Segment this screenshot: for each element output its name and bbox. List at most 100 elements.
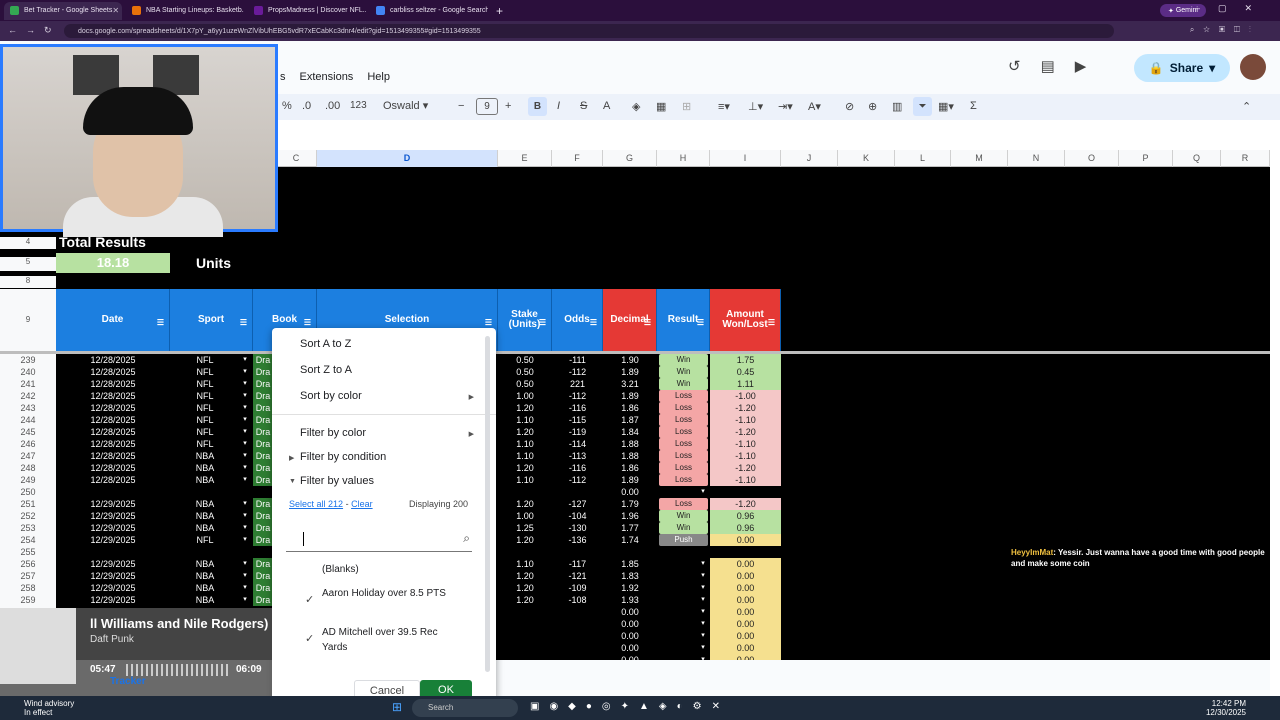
decimal-cell[interactable]: 1.90 [603, 354, 657, 366]
odds-cell[interactable]: -113 [552, 450, 603, 462]
stake-cell[interactable]: 1.10 [498, 414, 552, 426]
decimal-cell[interactable]: 1.74 [603, 534, 657, 546]
amount-cell[interactable]: -1.20 [710, 426, 781, 438]
date-cell[interactable]: 12/28/2025 [56, 354, 170, 366]
dropdown-chevron-icon[interactable]: ▾ [240, 354, 250, 366]
table-row[interactable]: 243 12/28/2025 NFL Dra 1.20 -116 1.86 ▾ Loss -1.2… [0, 402, 1270, 414]
odds-cell[interactable]: -112 [552, 366, 603, 378]
font-select[interactable]: Oswald ▾ [383, 99, 428, 112]
book-cell[interactable]: Dra [253, 390, 273, 402]
decimal-cell[interactable]: 1.79 [603, 498, 657, 510]
decimal-cell[interactable]: 0.00 [603, 606, 657, 618]
date-cell[interactable]: 12/28/2025 [56, 426, 170, 438]
url-field[interactable]: docs.google.com/spreadsheets/d/1X7pY_a6y… [64, 24, 1114, 38]
dropdown-chevron-icon[interactable]: ▾ [698, 630, 708, 642]
decimal-cell[interactable]: 1.88 [603, 450, 657, 462]
stake-cell[interactable]: 1.10 [498, 558, 552, 570]
odds-cell[interactable]: -115 [552, 414, 603, 426]
column-header-f[interactable]: F [552, 150, 603, 167]
odds-cell[interactable]: 221 [552, 378, 603, 390]
window-controls[interactable]: –▢✕ [1195, 3, 1270, 14]
date-cell[interactable]: 12/29/2025 [56, 558, 170, 570]
result-chip[interactable]: Win [659, 354, 708, 366]
odds-cell[interactable]: -119 [552, 426, 603, 438]
table-row[interactable]: 242 12/28/2025 NFL Dra 1.00 -112 1.89 ▾ Loss -1.0… [0, 390, 1270, 402]
new-tab-button[interactable]: + [496, 4, 503, 18]
stake-cell[interactable] [498, 546, 552, 558]
column-header-n[interactable]: N [1008, 150, 1065, 167]
book-cell[interactable]: Dra [253, 462, 273, 474]
odds-cell[interactable] [552, 618, 603, 630]
result-chip[interactable]: Loss [659, 462, 708, 474]
dropdown-chevron-icon[interactable]: ▾ [240, 510, 250, 522]
table-row[interactable]: 240 12/28/2025 NFL Dra 0.50 -112 1.89 ▾ Win 0.45 [0, 366, 1270, 378]
amount-cell[interactable]: 1.11 [710, 378, 781, 390]
values-search-input[interactable]: ⌕ [286, 528, 472, 552]
column-header-o[interactable]: O [1065, 150, 1119, 167]
book-cell[interactable]: Dra [253, 402, 273, 414]
odds-cell[interactable]: -130 [552, 522, 603, 534]
book-cell[interactable]: Dra [253, 438, 273, 450]
sort-a-to-z[interactable]: Sort A to Z [300, 338, 351, 350]
column-header-e[interactable]: E [498, 150, 552, 167]
table-row[interactable]: 248 12/28/2025 NBA Dra 1.20 -116 1.86 ▾ Loss -1.2… [0, 462, 1270, 474]
dropdown-chevron-icon[interactable]: ▾ [240, 414, 250, 426]
sport-cell[interactable]: NFL [170, 366, 240, 378]
book-cell[interactable] [253, 546, 273, 558]
column-header-p[interactable]: P [1119, 150, 1173, 167]
decimal-cell[interactable]: 1.87 [603, 414, 657, 426]
filter-by-color[interactable]: Filter by color [300, 427, 366, 439]
result-chip[interactable]: Loss [659, 426, 708, 438]
amount-cell[interactable]: -1.10 [710, 414, 781, 426]
result-chip[interactable]: Push [659, 534, 708, 546]
sort-by-color[interactable]: Sort by color [300, 390, 362, 402]
stake-cell[interactable]: 1.20 [498, 534, 552, 546]
row-header-9[interactable]: 9 [0, 289, 56, 351]
column-header-c[interactable]: C [276, 150, 317, 167]
row-header-5[interactable]: 5 [0, 257, 56, 271]
amount-cell[interactable] [710, 546, 781, 558]
book-cell[interactable]: Dra [253, 510, 273, 522]
odds-cell[interactable]: -116 [552, 462, 603, 474]
comments-icon[interactable]: ▤ [1041, 57, 1055, 75]
decimal-cell[interactable]: 1.89 [603, 390, 657, 402]
table-row[interactable]: 247 12/28/2025 NBA Dra 1.10 -113 1.88 ▾ Loss -1.1… [0, 450, 1270, 462]
date-cell[interactable]: 12/29/2025 [56, 582, 170, 594]
row-header-8[interactable]: 8 [0, 276, 56, 288]
date-cell[interactable]: 12/28/2025 [56, 390, 170, 402]
book-cell[interactable]: Dra [253, 570, 273, 582]
dropdown-chevron-icon[interactable]: ▾ [240, 474, 250, 486]
column-header-r[interactable]: R [1221, 150, 1270, 167]
valign-icon[interactable]: ⊥▾ [748, 100, 763, 113]
dropdown-chevron-icon[interactable]: ▾ [240, 594, 250, 606]
functions-button[interactable]: Σ [970, 100, 977, 112]
clear-link[interactable]: Clear [351, 499, 373, 509]
share-button[interactable]: 🔒 Share ▾ [1134, 54, 1230, 82]
decimal-cell[interactable]: 0.00 [603, 630, 657, 642]
avatar[interactable] [1240, 54, 1266, 80]
result-chip[interactable]: Loss [659, 402, 708, 414]
sport-cell[interactable]: NBA [170, 474, 240, 486]
stake-cell[interactable]: 1.20 [498, 582, 552, 594]
amount-cell[interactable]: -1.20 [710, 498, 781, 510]
table-row[interactable]: 241 12/28/2025 NFL Dra 0.50 221 3.21 ▾ Win 1.11 [0, 378, 1270, 390]
amount-cell[interactable]: -1.20 [710, 462, 781, 474]
stake-cell[interactable]: 1.20 [498, 498, 552, 510]
book-cell[interactable]: Dra [253, 558, 273, 570]
stake-cell[interactable]: 1.20 [498, 426, 552, 438]
dropdown-chevron-icon[interactable]: ▾ [240, 498, 250, 510]
sport-cell[interactable] [170, 486, 240, 498]
result-chip[interactable]: Loss [659, 474, 708, 486]
book-cell[interactable]: Dra [253, 414, 273, 426]
decimal-cell[interactable]: 1.93 [603, 594, 657, 606]
book-cell[interactable]: Dra [253, 366, 273, 378]
table-row[interactable]: 246 12/28/2025 NFL Dra 1.10 -114 1.88 ▾ Loss -1.1… [0, 438, 1270, 450]
sport-cell[interactable]: NFL [170, 438, 240, 450]
dropdown-chevron-icon[interactable]: ▾ [240, 450, 250, 462]
rotate-icon[interactable]: A▾ [808, 100, 821, 113]
comment-icon[interactable]: ⊕ [868, 100, 877, 113]
sport-cell[interactable]: NBA [170, 450, 240, 462]
sport-cell[interactable]: NBA [170, 558, 240, 570]
result-chip[interactable]: Win [659, 522, 708, 534]
taskbar-app-icons[interactable]: ▣◉◆●◎✦▲◈◐⚙✕ [530, 701, 730, 712]
